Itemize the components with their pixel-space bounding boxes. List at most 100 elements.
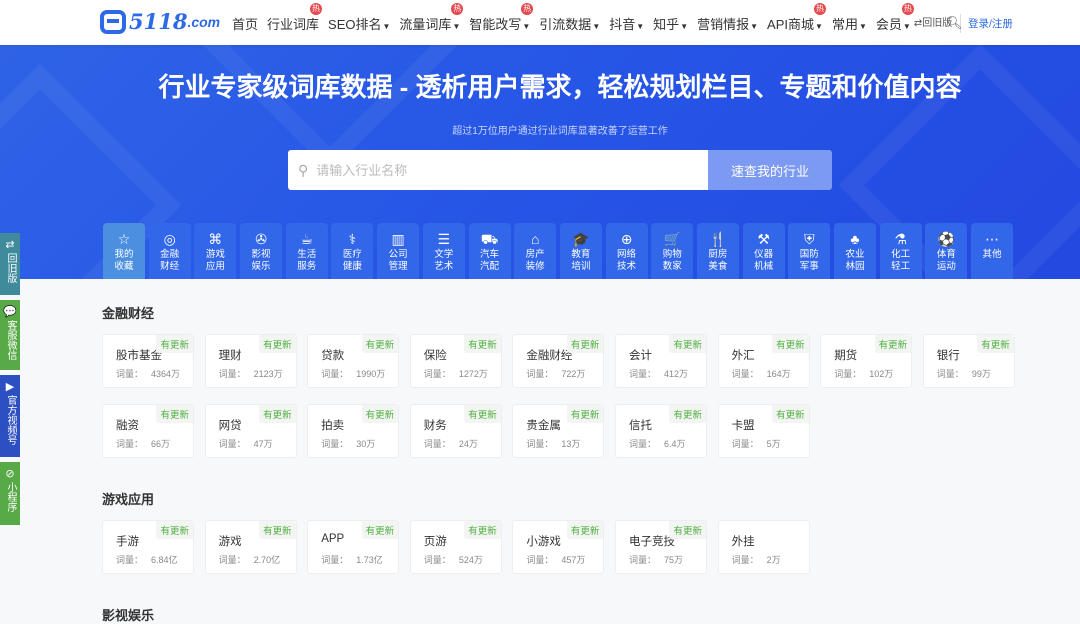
word-volume: 词量： 164万	[732, 367, 791, 380]
industry-card[interactable]: 银行 词量： 99万 有更新	[922, 334, 1015, 388]
industry-card[interactable]: 会计 词量： 412万 有更新	[615, 334, 707, 388]
update-badge: 有更新	[874, 335, 912, 353]
volume-label: 词量：	[526, 555, 554, 565]
industry-card[interactable]: 拍卖 词量： 30万 有更新	[307, 404, 400, 458]
nav-item[interactable]: 流量词库▼ 热	[399, 3, 464, 33]
category-tab[interactable]: 🛒 购物 数家	[651, 223, 694, 279]
industry-card[interactable]: 股市基金 词量： 4364万 有更新	[102, 334, 194, 388]
category-label: 运动	[936, 261, 956, 272]
category-tab[interactable]: ⚽ 体育 运动	[925, 223, 968, 279]
nav-item[interactable]: 知乎▼	[653, 14, 688, 33]
word-volume: 词量： 1272万	[424, 367, 488, 380]
side-button[interactable]: ⊘ 小程序	[0, 462, 20, 525]
update-badge: 有更新	[464, 521, 501, 539]
volume-label: 词量：	[731, 369, 759, 379]
industry-card[interactable]: 贷款 词量： 1990万 有更新	[307, 334, 400, 388]
category-tab[interactable]: ⛟ 汽车 汽配	[468, 223, 511, 279]
category-label: 农业	[845, 249, 865, 260]
side-button[interactable]: 💬 客服微信	[0, 300, 20, 370]
industry-card[interactable]: 页游 词量： 524万 有更新	[409, 520, 502, 574]
volume-label: 词量：	[321, 369, 349, 379]
industry-card[interactable]: 游戏 词量： 2.70亿 有更新	[204, 520, 297, 574]
nav-item-label: 流量词库	[399, 17, 452, 32]
industry-search-input[interactable]	[316, 162, 687, 178]
industry-card[interactable]: 手游 词量： 6.84亿 有更新	[102, 520, 194, 574]
logo[interactable]: 5118 .com	[100, 9, 220, 34]
category-tab[interactable]: ✇ 影视 娱乐	[240, 223, 283, 279]
category-tab[interactable]: ⚕ 医疗 健康	[331, 223, 374, 279]
category-tab[interactable]: ☕ 生活 服务	[285, 223, 328, 279]
category-tab[interactable]: ♣ 农业 林园	[834, 223, 876, 279]
category-icon: ☕	[300, 231, 314, 247]
update-badge: 有更新	[259, 405, 296, 423]
industry-card[interactable]: 融资 词量： 66万 有更新	[102, 404, 194, 458]
category-tab[interactable]: ⊕ 网络 技术	[605, 223, 648, 279]
industry-card[interactable]: 理财 词量： 2123万 有更新	[204, 334, 297, 388]
chevron-down-icon: ▼	[902, 22, 911, 31]
nav-item[interactable]: 引流数据▼	[539, 14, 600, 33]
nav-item[interactable]: 抖音▼	[609, 14, 644, 33]
category-label: 服务	[297, 261, 317, 272]
category-label: 林园	[845, 261, 865, 272]
side-button[interactable]: ⇄ 回旧版	[0, 233, 20, 295]
category-tab[interactable]: ⚗ 化工 轻工	[879, 223, 922, 279]
nav-item[interactable]: API商城▼ 热	[767, 3, 826, 33]
industry-card[interactable]: 保险 词量： 1272万 有更新	[409, 334, 502, 388]
volume-value: 66万	[151, 439, 171, 449]
industry-card[interactable]: 期货 词量： 102万 有更新	[820, 334, 913, 388]
volume-label: 词量：	[629, 369, 657, 379]
industry-card[interactable]: 小游戏 词量： 457万 有更新	[512, 520, 605, 574]
category-label: 技术	[617, 261, 637, 272]
login-register-link[interactable]: 登录/注册	[968, 16, 1013, 31]
industry-card[interactable]: APP 词量： 1.73亿 有更新	[307, 520, 400, 574]
side-button[interactable]: ▶ 官方视频号	[0, 375, 20, 457]
update-badge: 有更新	[566, 335, 604, 353]
category-tab[interactable]: ◎ 金融 财经	[148, 223, 191, 279]
hero-subtitle: 超过1万位用户通过行业词库显著改善了运营工作	[452, 126, 668, 137]
nav-item[interactable]: 营销情报▼	[697, 14, 758, 33]
industry-card[interactable]: 外挂 词量： 2万	[717, 520, 810, 574]
chevron-down-icon: ▼	[452, 22, 461, 31]
category-tab[interactable]: 🍴 厨房 美食	[696, 223, 739, 279]
industry-name: 会计	[629, 350, 652, 362]
category-label: 轻工	[891, 261, 911, 272]
industry-card[interactable]: 网贷 词量： 47万 有更新	[204, 404, 297, 458]
search-icon[interactable]: 🔍︎	[946, 15, 963, 31]
industry-card[interactable]: 财务 词量： 24万 有更新	[409, 404, 502, 458]
nav-item[interactable]: SEO排名▼	[328, 14, 390, 33]
category-tab[interactable]: ☆ 我的 收藏	[103, 223, 145, 279]
nav-item[interactable]: 智能改写▼ 热	[469, 3, 534, 33]
volume-value: 4364万	[151, 369, 181, 379]
nav-item[interactable]: 常用▼	[832, 14, 867, 33]
nav-item-label: 首页	[232, 17, 259, 32]
industry-card[interactable]: 贵金属 词量： 13万 有更新	[512, 404, 605, 458]
search-industry-button[interactable]: 速查我的行业	[708, 150, 832, 190]
category-tab[interactable]: ⋯ 其他	[971, 223, 1014, 279]
side-label: 回旧版	[5, 253, 16, 283]
category-tab[interactable]: ⌂ 房产 装修	[514, 223, 557, 279]
volume-label: 词量：	[526, 369, 554, 379]
industry-card[interactable]: 金融财经 词量： 722万 有更新	[512, 334, 605, 388]
industry-name: 金融财经	[526, 350, 573, 362]
industry-card[interactable]: 信托 词量： 6.4万 有更新	[615, 404, 707, 458]
category-tab[interactable]: ⌘ 游戏 应用	[194, 223, 237, 279]
nav-item[interactable]: 首页	[232, 14, 258, 33]
category-tab[interactable]: ☰ 文学 艺术	[422, 223, 465, 279]
nav-item[interactable]: 行业词库 热	[267, 3, 323, 33]
nav-item-label: SEO排名	[328, 17, 382, 32]
industry-card[interactable]: 电子竞技 词量： 75万 有更新	[615, 520, 707, 574]
industry-card[interactable]: 卡盟 词量： 5万 有更新	[717, 404, 810, 458]
update-badge: 有更新	[772, 335, 809, 353]
industry-card[interactable]: 外汇 词量： 164万 有更新	[717, 334, 810, 388]
industry-name: APP	[321, 533, 345, 545]
nav-item[interactable]: 会员▼ 热	[876, 3, 914, 33]
category-tab[interactable]: 🎓 教育 培训	[559, 223, 602, 279]
volume-label: 词量：	[526, 439, 554, 449]
industry-name: 股市基金	[116, 350, 162, 362]
word-volume: 词量： 412万	[629, 367, 688, 380]
category-tab[interactable]: ▥ 公司 管理	[377, 223, 420, 279]
category-tab[interactable]: ⛨ 国防 军事	[788, 223, 831, 279]
category-tab[interactable]: ⚒ 仪器 机械	[742, 223, 785, 279]
industry-name: 融资	[116, 420, 139, 432]
category-label: 军事	[799, 261, 819, 272]
